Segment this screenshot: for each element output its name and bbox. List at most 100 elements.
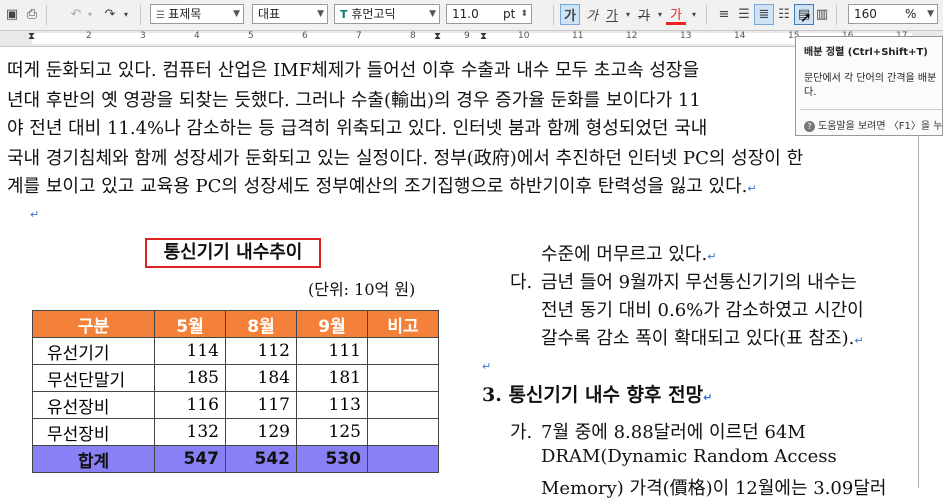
table-cell: 184 bbox=[225, 364, 297, 392]
table-total-cell: 542 bbox=[225, 445, 297, 473]
table-cell: 116 bbox=[154, 391, 226, 419]
item-da-line-1: 금년 들어 9월까지 무선통신기기의 내수는 bbox=[541, 272, 857, 293]
item-da-line-2: 전년 동기 대비 0.6%가 감소하였고 시간이 bbox=[541, 300, 864, 321]
table-row: 유선기기 114 112 111 bbox=[32, 337, 439, 365]
tooltip-help: ? 도움말을 보려면 〈F1〉을 누 bbox=[804, 117, 942, 132]
table-header-cell: 구분 bbox=[32, 310, 155, 338]
table-cell: 181 bbox=[296, 364, 368, 392]
font-name-value: 휴먼고딕 bbox=[351, 7, 396, 21]
item-ga-line-2: DRAM(Dynamic Random Access bbox=[541, 446, 837, 467]
table-cell-empty bbox=[367, 445, 439, 473]
print-preview-icon[interactable]: ▣ bbox=[2, 4, 22, 25]
font-size-unit: pt bbox=[503, 7, 516, 21]
table-cell: 무선단말기 bbox=[32, 364, 155, 392]
style-icon: ☰ bbox=[156, 10, 169, 21]
ruler-number: 14 bbox=[734, 31, 746, 41]
table-header-row: 구분 5월 8월 9월 비고 bbox=[32, 310, 439, 338]
separator bbox=[140, 5, 141, 25]
style-select[interactable]: ☰ 표제목 ▼ bbox=[150, 4, 244, 24]
right-line-1: 수준에 머무르고 있다.↵ bbox=[541, 244, 717, 265]
help-icon: ? bbox=[804, 121, 815, 132]
font-name-select[interactable]: T 휴먼고딕 ▼ bbox=[334, 4, 440, 24]
ruler-number: 13 bbox=[680, 31, 692, 41]
item-da-label: 다. bbox=[510, 272, 533, 293]
ruler-text-area bbox=[32, 33, 912, 44]
undo-dropdown-icon[interactable]: ▾ bbox=[80, 4, 100, 25]
separator bbox=[553, 5, 554, 25]
table-cell: 114 bbox=[154, 337, 226, 365]
align-center-icon[interactable]: ≣ bbox=[754, 4, 774, 25]
separator bbox=[706, 5, 707, 25]
table-row: 무선장비 132 129 125 bbox=[32, 418, 439, 446]
table-cell: 111 bbox=[296, 337, 368, 365]
ruler-number: 8 bbox=[410, 31, 416, 41]
align-division-icon[interactable]: ▥ bbox=[812, 4, 832, 25]
tooltip-description: 문단에서 각 단어의 간격을 배분 다. bbox=[804, 72, 936, 100]
font-size-select[interactable]: 11.0 pt ⬍ bbox=[446, 4, 532, 24]
chevron-down-icon: ▼ bbox=[233, 9, 240, 19]
table-cell: 유선기기 bbox=[32, 337, 155, 365]
redo-dropdown-icon[interactable]: ▾ bbox=[116, 4, 136, 25]
table-total-cell: 530 bbox=[296, 445, 368, 473]
ruler-number: 6 bbox=[302, 31, 308, 41]
paragraph-mark-icon: ↵ bbox=[854, 334, 864, 347]
table-header-cell: 9월 bbox=[296, 310, 368, 338]
column-marker[interactable]: ⧗ bbox=[480, 31, 487, 42]
font-language-select[interactable]: 대표 ▼ bbox=[252, 4, 328, 24]
ruler-number: 4 bbox=[194, 31, 200, 41]
ruler-number: 12 bbox=[626, 31, 638, 41]
align-right-icon[interactable]: ☷ bbox=[774, 4, 794, 25]
table-total-label: 합계 bbox=[32, 445, 155, 473]
table-cell: 117 bbox=[225, 391, 297, 419]
table-cell-empty bbox=[367, 364, 439, 392]
align-justify-icon[interactable]: ≡ bbox=[714, 4, 734, 25]
data-table: 구분 5월 8월 9월 비고 유선기기 114 112 111 무선단말기 18… bbox=[32, 310, 439, 473]
font-type-icon: T bbox=[340, 8, 352, 21]
align-left-icon[interactable]: ☰ bbox=[734, 4, 754, 25]
table-header-cell: 비고 bbox=[367, 310, 439, 338]
ruler-number: 2 bbox=[86, 31, 92, 41]
ruler-number: 5 bbox=[248, 31, 254, 41]
item-da-line-3: 갈수록 감소 폭이 확대되고 있다(표 참조).↵ bbox=[541, 328, 864, 349]
column-marker[interactable]: ⧗ bbox=[434, 31, 441, 42]
zoom-select[interactable]: 160 % ▼ bbox=[848, 4, 938, 24]
item-ga-line-1: 7월 중에 8.88달러에 이르던 64M bbox=[541, 422, 806, 443]
chevron-down-icon: ▼ bbox=[317, 9, 324, 19]
table-cell: 113 bbox=[296, 391, 368, 419]
table-row: 무선단말기 185 184 181 bbox=[32, 364, 439, 392]
ruler-number: 9 bbox=[464, 31, 470, 41]
table-cell: 132 bbox=[154, 418, 226, 446]
item-ga-label: 가. bbox=[510, 422, 533, 443]
table-header-cell: 8월 bbox=[225, 310, 297, 338]
table-cell: 무선장비 bbox=[32, 418, 155, 446]
italic-button[interactable]: 가 bbox=[582, 4, 602, 25]
separator bbox=[836, 5, 837, 25]
tooltip: 배분 정렬 (Ctrl+Shift+T) 문단에서 각 단어의 간격을 배분 다… bbox=[795, 36, 943, 136]
font-color-dropdown-icon[interactable]: ▾ bbox=[684, 4, 704, 25]
separator bbox=[46, 5, 47, 25]
zoom-value: 160 bbox=[854, 7, 877, 21]
section-heading: 3. 통신기기 내수 향후 전망↵ bbox=[482, 384, 713, 406]
table-total-row: 합계 547 542 530 bbox=[32, 445, 439, 473]
paragraph-mark-icon: ↵ bbox=[482, 360, 492, 373]
left-indent-marker[interactable]: ⧗ bbox=[28, 31, 35, 42]
paragraph-mark-icon: ↵ bbox=[707, 250, 717, 263]
paragraph-mark-icon: ↵ bbox=[30, 208, 40, 221]
table-cell: 129 bbox=[225, 418, 297, 446]
table-unit: (단위: 10억 원) bbox=[308, 280, 416, 299]
spinner-icon[interactable]: ⬍ bbox=[520, 5, 528, 23]
ruler-number: 11 bbox=[572, 31, 584, 41]
zoom-unit: % bbox=[905, 7, 917, 21]
table-cell: 125 bbox=[296, 418, 368, 446]
font-color-button[interactable]: 가 bbox=[666, 4, 686, 25]
bold-button[interactable]: 가 bbox=[560, 4, 580, 25]
table-cell: 유선장비 bbox=[32, 391, 155, 419]
body-line-2: 년대 후반의 옛 영광을 되찾는 듯했다. 그러나 수출(輸出)의 경우 증가율… bbox=[7, 90, 701, 111]
item-ga-line-3: Memory) 가격(價格)이 12월에는 3.09달러 bbox=[541, 478, 887, 499]
table-total-cell: 547 bbox=[154, 445, 226, 473]
table-cell-empty bbox=[367, 391, 439, 419]
chevron-down-icon: ▼ bbox=[429, 9, 436, 19]
paragraph-mark-icon: ↵ bbox=[703, 391, 713, 404]
body-line-3: 야 전년 대비 11.4%나 감소하는 등 급격히 위축되고 있다. 인터넷 붐… bbox=[7, 118, 708, 139]
print-icon[interactable]: ⎙ bbox=[22, 4, 42, 25]
